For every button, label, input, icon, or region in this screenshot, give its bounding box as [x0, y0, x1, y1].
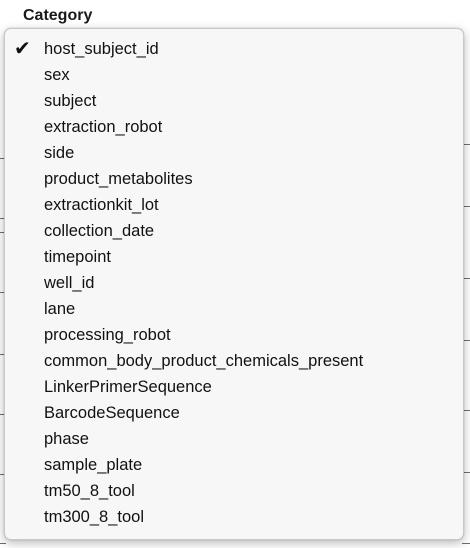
menu-item-tm50-8-tool[interactable]: tm50_8_tool [5, 478, 463, 504]
menu-item-subject[interactable]: subject [5, 88, 463, 114]
category-dropdown-menu: ✔ host_subject_idsex subject extraction_rob… [4, 28, 464, 540]
menu-item-collection-date[interactable]: collection_date [5, 218, 463, 244]
menu-item-label: LinkerPrimerSequence [44, 378, 212, 396]
menu-item-label: common_body_product_chemicals_present [44, 352, 364, 370]
menu-item-label: tm50_8_tool [44, 482, 135, 500]
menu-item-phase[interactable]: phase [5, 426, 463, 452]
menu-item-extractionkit-lot[interactable]: extractionkit_lot [5, 192, 463, 218]
background-divider [462, 543, 470, 544]
menu-item-label: extraction_robot [44, 118, 163, 136]
background-divider [0, 543, 6, 544]
menu-item-label: well_id [44, 274, 95, 292]
menu-item-label: collection_date [44, 222, 155, 240]
menu-item-label: tm300_8_tool [44, 508, 144, 526]
menu-item-linkerprimersequence[interactable]: LinkerPrimerSequence [5, 374, 463, 400]
category-label: Category [23, 7, 93, 24]
page: Category ✔ host_subject_idsex subject extra… [0, 0, 470, 548]
menu-item-label: sex [44, 66, 70, 84]
menu-item-side[interactable]: side [5, 140, 463, 166]
check-icon: ✔ [14, 38, 31, 60]
menu-item-lane[interactable]: lane [5, 296, 463, 322]
menu-list: ✔ host_subject_idsex subject extraction_rob… [5, 36, 463, 530]
menu-item-tm300-8-tool[interactable]: tm300_8_tool [5, 504, 463, 530]
menu-item-label: product_metabolites [44, 170, 193, 188]
menu-item-label: subject [44, 92, 97, 110]
menu-item-label: BarcodeSequence [44, 404, 180, 422]
menu-item-common-body-product-chemicals-present[interactable]: common_body_product_chemicals_present [5, 348, 463, 374]
menu-item-extraction-robot[interactable]: extraction_robot [5, 114, 463, 140]
menu-item-label: lane [44, 300, 76, 318]
menu-item-label: sample_plate [44, 456, 143, 474]
menu-item-well-id[interactable]: well_id [5, 270, 463, 296]
menu-item-label: phase [44, 430, 89, 448]
menu-item-timepoint[interactable]: timepoint [5, 244, 463, 270]
menu-item-barcodesequence[interactable]: BarcodeSequence [5, 400, 463, 426]
menu-item-label: side [44, 144, 75, 162]
menu-item-label: timepoint [44, 248, 111, 266]
menu-item-sample-plate[interactable]: sample_plate [5, 452, 463, 478]
menu-item-host-subject-id[interactable]: ✔ host_subject_id [5, 36, 463, 62]
menu-item-processing-robot[interactable]: processing_robot [5, 322, 463, 348]
menu-item-label: host_subject_id [44, 40, 159, 58]
menu-item-label: extractionkit_lot [44, 196, 159, 214]
menu-item-product-metabolites[interactable]: product_metabolites [5, 166, 463, 192]
menu-item-label: processing_robot [44, 326, 171, 344]
menu-item-sex[interactable]: sex [5, 62, 463, 88]
